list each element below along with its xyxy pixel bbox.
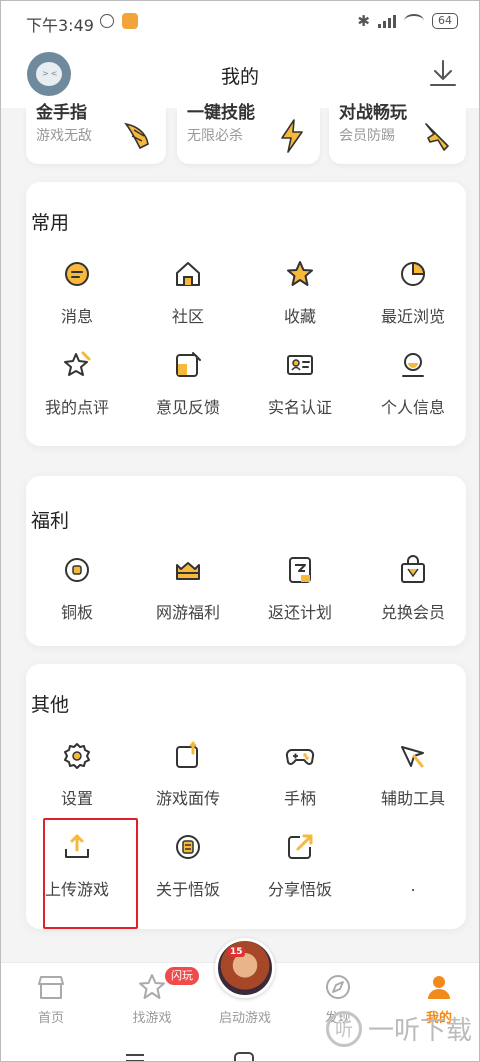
menu-item-label: 社区 [171,307,204,326]
signal-icon [378,14,396,28]
menu-item-label: 返还计划 [267,603,332,622]
tab-home[interactable]: 首页 [11,973,91,1026]
feature-title: 金手指 [36,103,87,123]
share-icon [288,834,313,859]
favorite-icon [287,261,313,286]
menu-item-share[interactable]: 分享悟饭 [245,832,355,900]
bluetooth-icon: ✱ [357,12,370,30]
menu-item-empty: . [358,832,468,895]
watermark-logo-icon: 听 [325,1010,362,1047]
menu-item-redeem-vip[interactable]: 兑换会员 [358,555,468,623]
rebate-icon [289,557,311,583]
profile-icon [402,353,424,377]
wing-icon [124,122,149,150]
app-notification-icon [122,13,138,29]
menu-item-label: 意见反馈 [155,398,220,417]
upload-game-highlight-box [43,818,138,929]
menu-item-label: 辅助工具 [380,789,445,808]
lightning-icon [281,119,303,153]
community-icon [176,262,200,286]
menu-item-label: 游戏面传 [155,789,220,808]
gamepad-icon [285,749,315,765]
compass-icon [326,975,350,999]
watermark-text: 一听下载 [367,1016,472,1046]
menu-item-label: 关于悟饭 [155,880,220,899]
id-card-icon [287,355,313,375]
shopping-bag-icon [401,555,425,583]
menu-icon[interactable] [126,1054,144,1062]
tab-label: 启动游戏 [218,1011,271,1026]
page-title: 我的 [220,66,259,88]
menu-item-label: 设置 [60,789,93,808]
feature-title: 对战畅玩 [339,103,407,123]
section-title-other: 其他 [31,694,70,716]
status-time: 下午3:49 [26,16,94,35]
menu-item-about[interactable]: 关于悟饭 [133,832,243,900]
menu-item-label: . [410,876,416,895]
gear-icon [64,743,90,769]
menu-item-label: 我的点评 [44,398,109,417]
message-icon [65,262,89,286]
plane-icon [425,123,449,151]
menu-item-label: 铜板 [60,603,93,622]
menu-item-assist-tools[interactable]: 辅助工具 [358,741,468,809]
watermark: 听 一听下载 [325,1010,472,1047]
feedback-icon [176,352,201,377]
menu-item-my-reviews[interactable]: 我的点评 [22,350,132,418]
menu-item-label: 分享悟饭 [267,880,332,899]
menu-item-label: 兑换会员 [380,603,445,622]
menu-item-settings[interactable]: 设置 [22,741,132,809]
menu-item-label: 手柄 [283,789,316,808]
feature-card-cheat[interactable]: 金手指 游戏无敌 [26,103,166,164]
home-icon [38,976,64,999]
tab-label: 首页 [37,1011,64,1026]
status-bar: 下午3:49 ✱ 64 [0,0,480,40]
review-icon [64,351,91,376]
menu-item-label: 收藏 [283,307,316,326]
tool-icon [401,746,424,768]
menu-item-label: 消息 [60,307,93,326]
wifi-icon [404,14,424,28]
coin-icon [65,558,89,582]
level-badge: 15 [228,947,245,957]
feature-subtitle: 会员防踢 [339,128,395,144]
menu-item-recent[interactable]: 最近浏览 [358,259,468,327]
menu-item-label: 实名认证 [267,398,332,417]
battery-icon: 64 [432,13,458,29]
home-button-icon[interactable] [234,1052,254,1062]
feature-subtitle: 无限必杀 [187,128,243,144]
menu-item-favorites[interactable]: 收藏 [245,259,355,327]
menu-item-gamepad[interactable]: 手柄 [245,741,355,809]
menu-item-profile[interactable]: 个人信息 [358,350,468,418]
alarm-icon [100,14,114,28]
menu-item-community[interactable]: 社区 [133,259,243,327]
menu-item-label: 个人信息 [380,398,445,417]
feature-title: 一键技能 [187,103,255,123]
menu-item-game-transfer[interactable]: 游戏面传 [133,741,243,809]
feature-card-battle[interactable]: 对战畅玩 会员防踢 [329,103,466,164]
menu-item-online-welfare[interactable]: 网游福利 [133,555,243,623]
menu-item-label: 最近浏览 [380,307,445,326]
transfer-icon [176,741,198,768]
section-title-welfare: 福利 [31,510,70,532]
star-icon [139,974,165,999]
game-avatar[interactable]: 15 [215,938,275,998]
section-title-common: 常用 [31,212,70,234]
feature-subtitle: 游戏无敌 [36,128,92,144]
menu-item-real-name[interactable]: 实名认证 [245,350,355,418]
menu-item-feedback[interactable]: 意见反馈 [133,350,243,418]
tab-label: 找游戏 [132,1011,172,1026]
history-icon [401,261,426,286]
menu-item-messages[interactable]: 消息 [22,259,132,327]
download-icon[interactable] [428,58,458,88]
gift-box-icon [176,562,200,580]
menu-item-coins[interactable]: 铜板 [22,555,132,623]
menu-item-label: 网游福利 [155,603,220,622]
about-icon [176,835,200,859]
feature-card-skill[interactable]: 一键技能 无限必杀 [177,103,320,164]
menu-item-rebate-plan[interactable]: 返还计划 [245,555,355,623]
user-icon [428,976,450,999]
tab-badge: 闪玩 [165,967,199,985]
